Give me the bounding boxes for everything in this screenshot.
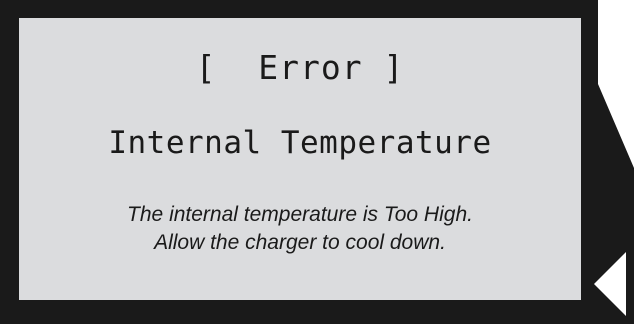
error-message-line-1: The internal temperature is Too High. bbox=[127, 203, 473, 226]
error-message-line-2: Allow the charger to cool down. bbox=[154, 231, 446, 254]
error-title: [ Error ] bbox=[195, 48, 405, 87]
error-heading: Internal Temperature bbox=[108, 125, 492, 161]
back-arrow-icon[interactable] bbox=[588, 246, 634, 320]
lcd-screen: [ Error ] Internal Temperature The inter… bbox=[19, 18, 581, 300]
error-message: The internal temperature is Too High. Al… bbox=[19, 201, 581, 257]
